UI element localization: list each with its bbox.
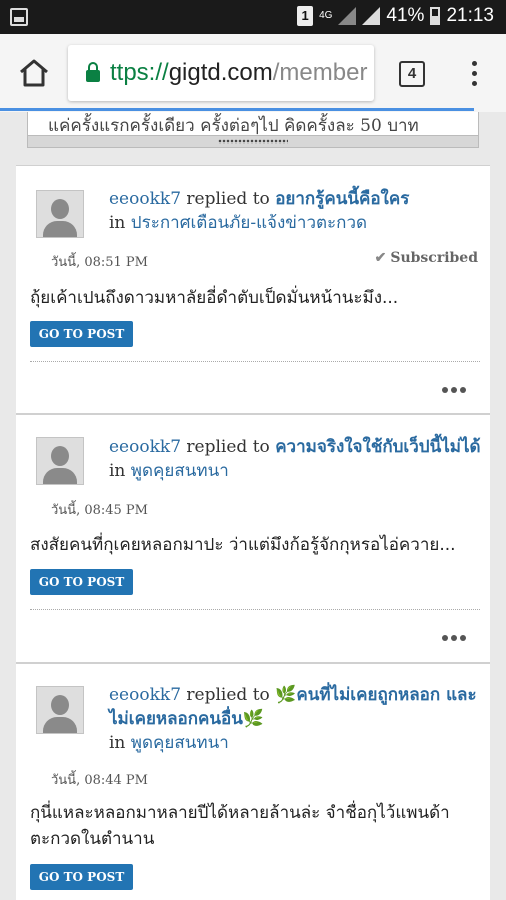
post-time: วันนี้, 08:45 PM: [51, 503, 148, 518]
divider: [30, 609, 480, 610]
page-content: แค่ครั้งแรกครั้งเดียว ครั้งต่อๆไป คิดครั…: [0, 112, 506, 900]
dot-icon: [460, 635, 466, 641]
replied-to-text: replied to: [181, 685, 276, 705]
lock-icon: [86, 62, 100, 82]
tab-switcher-button[interactable]: 4: [399, 61, 425, 87]
post-snippet: สงสัยคนที่กุเคยหลอกมาปะ ว่าแต่มึงก้อรู้จ…: [30, 535, 456, 555]
url-path: /member: [272, 59, 368, 86]
forum-link[interactable]: ประกาศเตือนภัย-แจ้งข่าวตะกวด: [131, 213, 367, 233]
subscribed-label: Subscribed: [390, 250, 478, 266]
home-button[interactable]: [18, 58, 50, 88]
clock: 21:13: [446, 5, 494, 26]
dot-icon: [442, 635, 448, 641]
menu-dot-icon: [471, 71, 477, 76]
dot-icon: [451, 387, 457, 393]
post-header: eeookk7 replied to อยากรู้คนนี้คือใคร in…: [109, 187, 484, 235]
gallery-notification-icon: [10, 8, 28, 26]
thread-title-link[interactable]: อยากรู้คนนี้คือใคร: [275, 189, 409, 209]
dot-icon: [460, 387, 466, 393]
post-time: วันนี้, 08:51 PM: [51, 255, 148, 270]
address-bar[interactable]: ttps:// gigtd.com /member: [68, 45, 374, 101]
signal-icon-2: [362, 7, 381, 25]
post-header: eeookk7 replied to ความจริงใจใช้กับเว็ปน…: [109, 435, 484, 483]
battery-percent: 41%: [386, 5, 425, 26]
forum-link[interactable]: พูดคุยสนทนา: [131, 461, 229, 481]
more-options-button[interactable]: [439, 626, 466, 645]
user-link[interactable]: eeookk7: [109, 189, 181, 209]
go-to-post-button[interactable]: GO TO POST: [30, 321, 133, 347]
home-icon: [20, 59, 48, 87]
go-to-post-button[interactable]: GO TO POST: [30, 864, 133, 890]
activity-post: eeookk7 replied to ความจริงใจใช้กับเว็ปน…: [16, 414, 490, 663]
in-text: in: [109, 213, 131, 233]
url-scheme: ttps://: [110, 59, 169, 86]
user-link[interactable]: eeookk7: [109, 437, 181, 457]
thread-title-link[interactable]: ความจริงใจใช้กับเว็ปนี้ไม่ได้: [275, 437, 480, 457]
user-link[interactable]: eeookk7: [109, 685, 181, 705]
divider: [30, 361, 480, 362]
post-header: eeookk7 replied to 🌿คนที่ไม่เคยถูกหลอก แ…: [109, 683, 484, 755]
status-bar: 1 4G 41% 21:13: [0, 0, 506, 34]
network-type-icon: 4G: [319, 10, 333, 21]
in-text: in: [109, 733, 131, 753]
avatar[interactable]: [36, 686, 84, 734]
more-options-button[interactable]: [439, 378, 466, 397]
in-text: in: [109, 461, 131, 481]
forum-link[interactable]: พูดคุยสนทนา: [131, 733, 229, 753]
dot-icon: [451, 635, 457, 641]
replied-to-text: replied to: [181, 189, 276, 209]
signal-icon: [338, 7, 357, 25]
signature-box: แค่ครั้งแรกครั้งเดียว ครั้งต่อๆไป คิดครั…: [27, 112, 479, 148]
check-icon: ✔: [374, 250, 387, 266]
replied-to-text: replied to: [181, 437, 276, 457]
menu-dot-icon: [471, 61, 477, 66]
activity-post: eeookk7 replied to 🌿คนที่ไม่เคยถูกหลอก แ…: [16, 663, 490, 900]
post-time: วันนี้, 08:44 PM: [51, 773, 148, 788]
activity-post: eeookk7 replied to อยากรู้คนนี้คือใคร in…: [16, 165, 490, 414]
dot-icon: [442, 387, 448, 393]
post-snippet: กุนี่แหละหลอกมาหลายปีได้หลายล้านล่ะ จำชื…: [30, 803, 450, 849]
subscribed-status[interactable]: ✔ Subscribed: [375, 250, 478, 266]
battery-icon: [430, 7, 441, 25]
avatar[interactable]: [36, 437, 84, 485]
overflow-menu-button[interactable]: [466, 58, 482, 90]
page-load-progress: [0, 108, 474, 111]
post-snippet: ถุ้ยเค้าเปนถึงดาวมหาลัยอี่ดำตับเป็ดมั่นห…: [30, 288, 399, 308]
avatar[interactable]: [36, 190, 84, 238]
browser-toolbar: ttps:// gigtd.com /member 4: [0, 34, 506, 112]
menu-dot-icon: [471, 81, 477, 86]
url-host: gigtd.com: [168, 59, 273, 86]
resize-handle[interactable]: [28, 135, 478, 147]
go-to-post-button[interactable]: GO TO POST: [30, 569, 133, 595]
sim-icon: 1: [297, 6, 314, 26]
